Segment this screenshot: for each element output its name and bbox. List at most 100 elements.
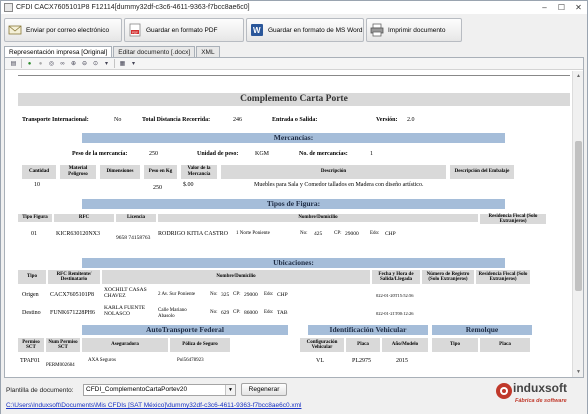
- email-icon: [8, 25, 22, 35]
- report-canvas[interactable]: Complemento Carta Porte Transporte Inter…: [5, 71, 572, 377]
- col-ubicacion-tipo: Tipo: [18, 270, 46, 284]
- destino-nombre: KARLA FUENTE NOLASCO: [104, 305, 146, 317]
- mercancia-valor: $.00: [183, 182, 194, 188]
- figura-cp: 29000: [345, 231, 359, 237]
- col-material-peligroso: Material Peligroso: [60, 165, 96, 179]
- figura-calle: 1 Norte Poniente: [236, 231, 270, 236]
- ubicaciones-header: Ubicaciones:: [82, 258, 505, 268]
- send-email-label: Enviar por correo electrónico: [26, 26, 110, 34]
- plantilla-select[interactable]: CFDI_ComplementoCartaPortev20 ▼: [83, 384, 236, 396]
- figura-cp-label: CP:: [334, 231, 342, 236]
- induxsoft-logo: induxsoft Fábrica de software: [495, 379, 583, 412]
- print-button[interactable]: Imprimir documento: [366, 18, 462, 42]
- svg-text:W: W: [253, 26, 261, 35]
- zoom-out-icon[interactable]: ⊖: [80, 59, 89, 68]
- col-placa: Placa: [346, 338, 380, 352]
- main-toolbar: Enviar por correo electrónico PDF Guarda…: [1, 16, 587, 44]
- logo-brand: induxsoft: [513, 381, 567, 395]
- figura-no: 425: [314, 231, 323, 237]
- destino-cp: 86000: [244, 310, 258, 316]
- page-top-border: [18, 75, 570, 76]
- send-email-button[interactable]: Enviar por correo electrónico: [4, 18, 122, 42]
- save-pdf-button[interactable]: PDF Guardar en formato PDF: [124, 18, 244, 42]
- auto-poliza: Pol56478923: [177, 358, 204, 363]
- destino-edo: TAB: [277, 310, 288, 316]
- mercancia-descripcion: Muebles para Sala y Comedor tallados en …: [254, 182, 424, 188]
- scrollbar-thumb[interactable]: [575, 141, 582, 291]
- distancia-value: 246: [233, 117, 242, 123]
- mercancia-peso: 250: [153, 185, 162, 191]
- app-icon: [4, 3, 13, 12]
- refresh-icon[interactable]: ◎: [47, 59, 56, 68]
- col-descripcion: Descripción: [221, 165, 446, 179]
- scroll-down-icon[interactable]: ▼: [573, 367, 584, 377]
- maximize-button[interactable]: ☐: [553, 1, 570, 14]
- title-bar[interactable]: CFDI CACX7605101P8 F12114[dummy32df-c3c6…: [1, 1, 587, 14]
- mercancias-header: Mercancías:: [82, 133, 505, 143]
- figura-rfc: KICR630120NX3: [56, 231, 101, 237]
- col-descripcion-embalaje: Descripción del Embalaje: [450, 165, 514, 179]
- chevron-down-icon[interactable]: ▾: [129, 59, 138, 68]
- forward-icon[interactable]: ●: [36, 59, 45, 68]
- figura-no-label: No:: [300, 231, 308, 236]
- minimize-button[interactable]: –: [536, 1, 553, 14]
- close-button[interactable]: ✕: [570, 1, 587, 14]
- origen-tipo: Origen: [22, 292, 39, 298]
- figura-nombre: RODRIGO KITIA CASTRO: [158, 231, 229, 237]
- col-valor-mercancia: Valor de la Mercancía: [181, 165, 217, 179]
- report-page: Complemento Carta Porte Transporte Inter…: [18, 71, 570, 377]
- col-peso-kg: Peso en Kg: [144, 165, 177, 179]
- figura-header: Tipos de Figura:: [82, 199, 505, 209]
- vertical-scrollbar[interactable]: ▲ ▼: [572, 71, 583, 377]
- version-label: Versión:: [376, 117, 398, 123]
- origen-calle: 2 Av. Sur Poniente: [158, 292, 196, 297]
- col-anio-modelo: Año/Modelo: [382, 338, 428, 352]
- unidad-value: KGM: [255, 151, 270, 157]
- save-pdf-label: Guardar en formato PDF: [146, 26, 218, 34]
- origen-cp: 29000: [244, 292, 258, 298]
- col-dimensiones: Dimensiones: [100, 165, 140, 179]
- vehicular-config: VL: [316, 358, 324, 364]
- figura-licencia: 9658 74158763: [116, 235, 151, 241]
- col-tipo-figura: Tipo Figura: [18, 214, 52, 222]
- origen-edo-label: Edo:: [264, 292, 274, 297]
- chevron-down-icon[interactable]: ▼: [225, 385, 235, 395]
- distancia-label: Total Distancia Recorrida:: [142, 117, 211, 123]
- toolbar-separator: [21, 59, 22, 68]
- plantilla-label: Plantilla de documento:: [6, 387, 74, 394]
- origen-cp-label: CP:: [233, 292, 241, 297]
- origen-nombre: XOCHILT CASAS CHAVEZ: [104, 287, 147, 299]
- report-viewer: ▤ ● ● ◎ ∞ ⊕ ⊖ ⊙ ▾ ▦ ▾ Complemento Carta …: [4, 57, 584, 378]
- col-nombre-domicilio: Nombre/Domicilio: [158, 214, 478, 222]
- bottom-panel: Plantilla de documento: CFDI_Complemento…: [1, 379, 587, 414]
- origen-edo: CHP: [277, 292, 288, 298]
- zoom-menu-icon[interactable]: ⊙: [91, 59, 100, 68]
- peso-value: 250: [149, 151, 158, 157]
- col-cantidad: Cantidad: [22, 165, 56, 179]
- printer-icon: [370, 23, 384, 37]
- binoculars-icon[interactable]: ∞: [58, 59, 67, 68]
- vehicular-header: Identificación Vehicular: [308, 325, 428, 335]
- chevron-down-icon[interactable]: ▾: [102, 59, 111, 68]
- save-word-button[interactable]: W Guardar en formato de MS Word: [246, 18, 364, 42]
- zoom-in-icon[interactable]: ⊕: [69, 59, 78, 68]
- logo-tagline: Fábrica de software: [515, 398, 567, 404]
- print-icon[interactable]: ▤: [9, 59, 18, 68]
- col-rfc-remitente: RFC Remitente/ Destinatario: [48, 270, 100, 284]
- auto-permiso: TPAF01: [20, 358, 41, 364]
- col-num-permiso-sct: Num Permiso SCT: [46, 338, 80, 352]
- scroll-up-icon[interactable]: ▲: [573, 71, 584, 81]
- regenerar-button[interactable]: Regenerar: [241, 383, 287, 396]
- page-setup-icon[interactable]: ▦: [118, 59, 127, 68]
- back-icon[interactable]: ●: [25, 59, 34, 68]
- destino-rfc: FUNK671228PH6: [50, 310, 96, 316]
- plantilla-value: CFDI_ComplementoCartaPortev20: [86, 386, 188, 393]
- auto-aseguradora: AXA Seguros: [88, 358, 116, 363]
- save-word-label: Guardar en formato de MS Word: [268, 26, 363, 34]
- col-configuracion-vehicular: Configuración Vehicular: [300, 338, 344, 352]
- remolque-header: Remolque: [432, 325, 532, 335]
- auto-num-permiso: PERM002684: [46, 363, 75, 368]
- file-path-link[interactable]: C:\Users\Induxsoft\Documents\Mis CFDIs […: [6, 402, 302, 409]
- figura-edo: CHP: [385, 231, 396, 237]
- figura-tipo: 01: [31, 231, 37, 237]
